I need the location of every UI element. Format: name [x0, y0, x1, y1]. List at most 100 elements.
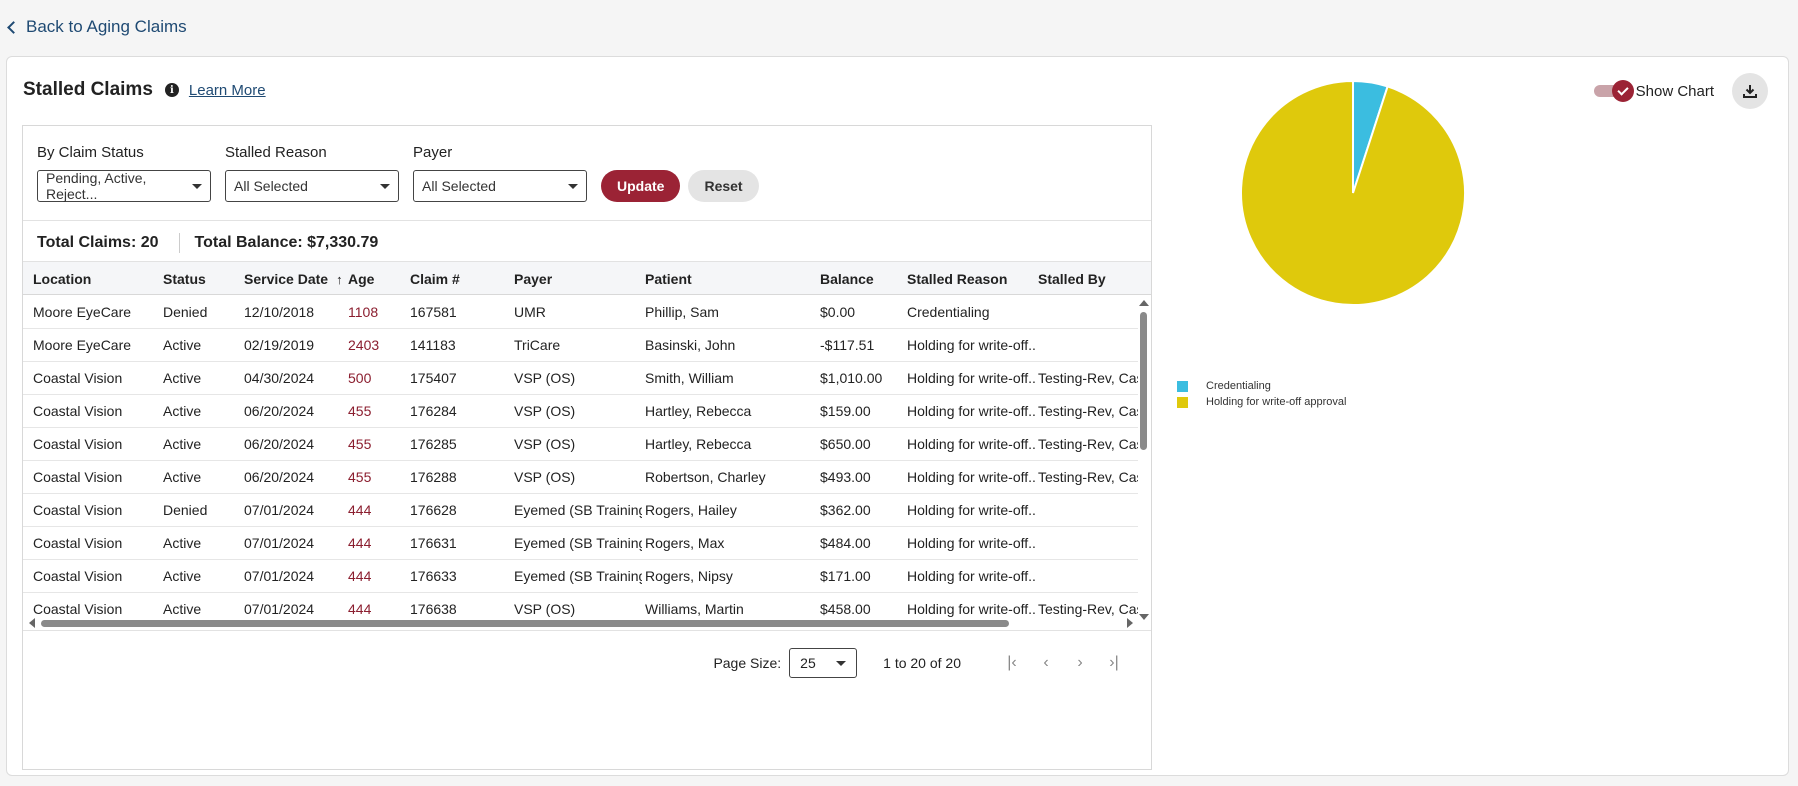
column-header-balance[interactable]: Balance [820, 262, 874, 296]
cell-balance: $1,010.00 [820, 370, 883, 386]
cell-age: 444 [348, 502, 372, 518]
caret-down-icon [192, 183, 202, 189]
pagination: Page Size: 25 1 to 20 of 20 |‹ ‹ › ›| [713, 648, 1131, 678]
column-header-patient[interactable]: Patient [645, 262, 692, 296]
cell-claim-number: 141183 [410, 337, 456, 353]
cell-patient: Rogers, Hailey [645, 502, 737, 518]
table-row[interactable]: Moore EyeCare Active 02/19/2019 2403 141183 T… [23, 329, 1138, 362]
table-row[interactable]: Coastal Vision Active 06/20/2024 455 176285 V… [23, 428, 1138, 461]
table-row[interactable]: Moore EyeCare Denied 12/10/2018 1108 167581 U… [23, 296, 1138, 329]
cell-payer: Eyemed (SB Training) [514, 568, 642, 584]
cell-service-date: 04/30/2024 [244, 370, 315, 386]
cell-stalled-reason: Holding for write-off... [907, 502, 1035, 518]
column-header-stalled-by[interactable]: Stalled By [1038, 262, 1106, 296]
cell-stalled-by: Testing-Rev, Casey [1038, 436, 1138, 452]
vertical-scrollbar[interactable] [1139, 298, 1149, 620]
payer-select[interactable]: All Selected [413, 170, 587, 202]
cell-age: 2403 [348, 337, 380, 353]
claim-status-value: Pending, Active, Reject... [46, 170, 147, 202]
cell-stalled-reason: Holding for write-off... [907, 535, 1035, 551]
cell-stalled-reason: Holding for write-off... [907, 469, 1035, 485]
cell-payer: Eyemed (SB Training) [514, 502, 642, 518]
reset-button[interactable]: Reset [688, 170, 759, 202]
page-size-label: Page Size: [713, 655, 782, 671]
cell-service-date: 07/01/2024 [244, 568, 315, 584]
scroll-down-arrow-icon[interactable] [1139, 614, 1149, 620]
horizontal-scrollbar[interactable] [29, 618, 1133, 628]
page-title: Stalled Claims [23, 79, 153, 100]
page-size-value: 25 [800, 655, 816, 671]
payer-label: Payer [413, 144, 453, 161]
pie-slice-1[interactable] [1240, 79, 1466, 306]
update-button[interactable]: Update [601, 170, 681, 202]
horizontal-scroll-thumb[interactable] [41, 620, 1009, 627]
cell-claim-number: 176284 [410, 403, 457, 419]
cell-claim-number: 167581 [410, 304, 457, 320]
info-icon: i [164, 83, 179, 97]
table-row[interactable]: Coastal Vision Active 07/01/2024 444 176633 E… [23, 560, 1138, 593]
stalled-reason-select[interactable]: All Selected [225, 170, 399, 202]
column-header-claim-number[interactable]: Claim # [410, 262, 460, 296]
column-header-stalled-reason[interactable]: Stalled Reason [907, 262, 1007, 296]
total-claims: Total Claims: 20 [37, 234, 159, 251]
chart-legend: Credentialing Holding for write-off appro… [1177, 378, 1346, 410]
table-row[interactable]: Coastal Vision Active 07/01/2024 444 176631 E… [23, 527, 1138, 560]
cell-service-date: 06/20/2024 [244, 436, 315, 452]
claim-status-select[interactable]: Pending, Active, Reject... [37, 170, 211, 202]
cell-status: Denied [163, 304, 208, 320]
vertical-scroll-thumb[interactable] [1140, 312, 1147, 450]
column-header-service-date[interactable]: Service Date ↑ [244, 262, 343, 296]
cell-stalled-by [1038, 329, 1138, 362]
column-header-location[interactable]: Location [33, 262, 91, 296]
table-row[interactable]: Coastal Vision Active 06/20/2024 455 176288 V… [23, 461, 1138, 494]
caret-down-icon [380, 183, 390, 189]
learn-more-link[interactable]: Learn More [189, 82, 266, 99]
totals-bar: Total Claims: 20 Total Balance: $7,330.7… [37, 233, 378, 253]
previous-page-icon[interactable]: ‹ [1029, 654, 1063, 672]
cell-stalled-by [1038, 560, 1138, 593]
back-to-aging-claims-link[interactable]: Back to Aging Claims [6, 17, 187, 37]
cell-status: Active [163, 370, 202, 386]
cell-age: 444 [348, 568, 372, 584]
cell-claim-number: 176285 [410, 436, 457, 452]
cell-balance: $171.00 [820, 568, 871, 584]
service-date-label: Service Date [244, 271, 329, 287]
table-row[interactable]: Coastal Vision Active 06/20/2024 455 176284 V… [23, 395, 1138, 428]
last-page-icon[interactable]: ›| [1097, 654, 1131, 672]
claims-grid-panel: By Claim Status Pending, Active, Reject.… [22, 125, 1152, 770]
cell-stalled-by [1038, 527, 1138, 560]
cell-claim-number: 176628 [410, 502, 457, 518]
column-header-payer[interactable]: Payer [514, 262, 552, 296]
claim-status-label: By Claim Status [37, 144, 144, 161]
cell-age: 500 [348, 370, 372, 386]
legend-item[interactable]: Holding for write-off approval [1177, 394, 1346, 410]
back-link-label: Back to Aging Claims [26, 17, 187, 36]
column-header-age[interactable]: Age [348, 262, 374, 296]
cell-status: Active [163, 535, 202, 551]
cell-location: Moore EyeCare [33, 337, 132, 353]
cell-balance: $362.00 [820, 502, 871, 518]
cell-balance: $493.00 [820, 469, 871, 485]
first-page-icon[interactable]: |‹ [995, 654, 1029, 672]
cell-stalled-reason: Holding for write-off... [907, 370, 1035, 386]
scroll-up-arrow-icon[interactable] [1139, 300, 1149, 306]
stalled-reason-filter: Stalled Reason All Selected [225, 144, 399, 202]
column-header-status[interactable]: Status [163, 262, 206, 296]
payer-value: All Selected [422, 178, 496, 194]
next-page-icon[interactable]: › [1063, 654, 1097, 672]
table-row[interactable]: Coastal Vision Active 04/30/2024 500 175407 V… [23, 362, 1138, 395]
cell-status: Active [163, 568, 202, 584]
page-size-select[interactable]: 25 [789, 648, 858, 678]
cell-status: Active [163, 337, 202, 353]
cell-stalled-reason: Holding for write-off... [907, 436, 1035, 452]
cell-service-date: 07/01/2024 [244, 535, 315, 551]
scroll-left-arrow-icon[interactable] [29, 618, 35, 628]
cell-balance: $159.00 [820, 403, 871, 419]
cell-payer: VSP (OS) [514, 403, 576, 419]
cell-claim-number: 175407 [410, 370, 457, 386]
scroll-right-arrow-icon[interactable] [1127, 618, 1133, 628]
legend-item[interactable]: Credentialing [1177, 378, 1346, 394]
table-row[interactable]: Coastal Vision Denied 07/01/2024 444 176628 E… [23, 494, 1138, 527]
cell-location: Coastal Vision [33, 436, 123, 452]
chevron-left-icon [7, 20, 20, 34]
